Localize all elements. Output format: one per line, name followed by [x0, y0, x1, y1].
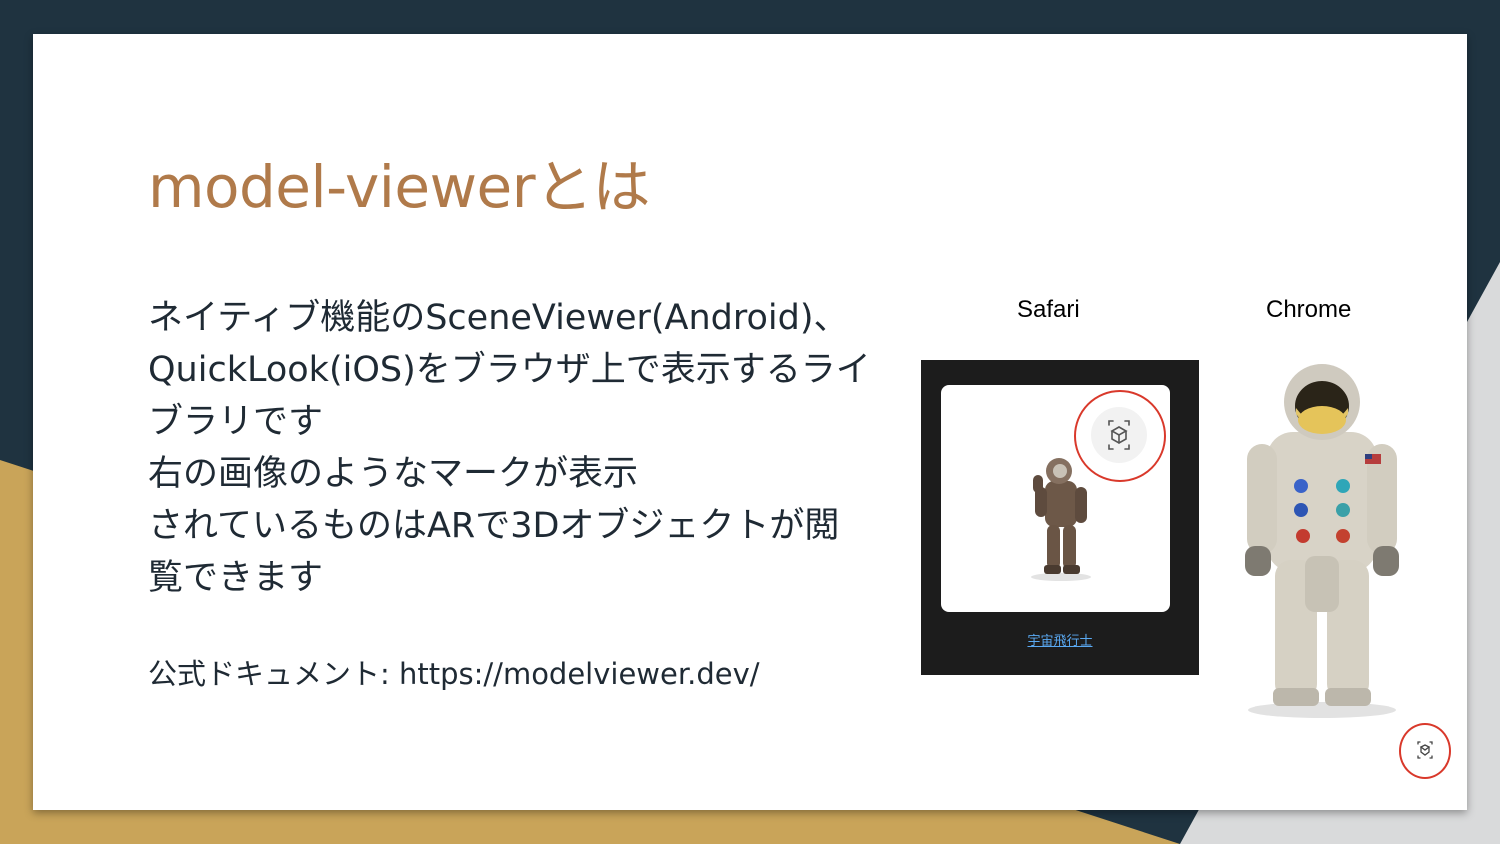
slide-title: model-viewerとは: [148, 153, 651, 221]
body-line: ネイティブ機能のSceneViewer(Android)、: [148, 298, 849, 338]
ar-view-button[interactable]: [1399, 723, 1451, 779]
body-line: 右の画像のようなマークが表示: [148, 454, 639, 494]
chrome-label: Chrome: [1266, 296, 1352, 323]
body-line: QuickLook(iOS)をブラウザ上で表示するライ: [148, 350, 871, 390]
slide: model-viewerとは ネイティブ機能のSceneViewer(Andro…: [33, 34, 1467, 810]
safari-label: Safari: [1017, 296, 1080, 323]
docs-link[interactable]: 公式ドキュメント: https://modelviewer.dev/: [148, 651, 760, 693]
astronaut-image: [1245, 364, 1399, 718]
body-line: ブラリです: [148, 402, 324, 442]
body-line: されているものはARで3Dオブジェクトが閲: [148, 506, 840, 546]
safari-screenshot: 宇宙飛行士: [921, 360, 1199, 675]
body-line: 覧できます: [148, 558, 324, 598]
slide-body: ネイティブ機能のSceneViewer(Android)、 QuickLook(…: [148, 292, 908, 604]
astronaut-image: [1031, 458, 1091, 581]
model-card: [941, 385, 1170, 612]
model-caption[interactable]: 宇宙飛行士: [921, 630, 1199, 649]
